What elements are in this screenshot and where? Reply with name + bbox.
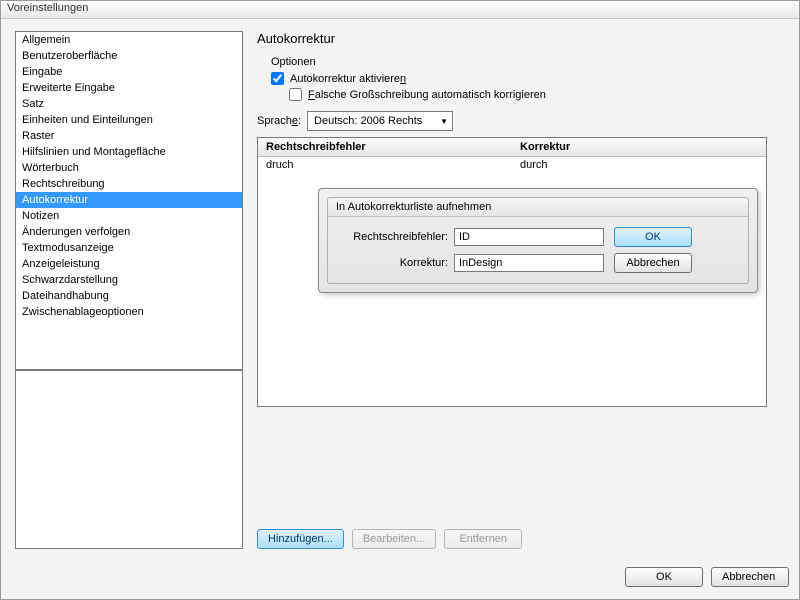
sidebar-item--nderungen-verfolgen[interactable]: Änderungen verfolgen <box>16 224 242 240</box>
sidebar-item-dateihandhabung[interactable]: Dateihandhabung <box>16 288 242 304</box>
options-label: Optionen <box>257 56 789 68</box>
field-correction-label: Korrektur: <box>338 257 448 269</box>
language-value: Deutsch: 2006 Rechts <box>314 115 422 127</box>
modal-ok-button[interactable]: OK <box>614 227 692 247</box>
sidebar-item-raster[interactable]: Raster <box>16 128 242 144</box>
remove-button[interactable]: Entfernen <box>444 529 522 549</box>
add-entry-modal: In Autokorrekturliste aufnehmen Rechtsch… <box>318 188 758 293</box>
cell-error: druch <box>258 157 512 173</box>
corrections-table[interactable]: Rechtschreibfehler Korrektur druch durch… <box>257 137 767 407</box>
sidebar-item-allgemein[interactable]: Allgemein <box>16 32 242 48</box>
table-header-error: Rechtschreibfehler <box>258 138 512 156</box>
field-correction-input[interactable] <box>454 254 604 272</box>
sidebar-item-anzeigeleistung[interactable]: Anzeigeleistung <box>16 256 242 272</box>
table-row[interactable]: druch durch <box>258 157 766 173</box>
sidebar-item-erweiterte-eingabe[interactable]: Erweiterte Eingabe <box>16 80 242 96</box>
page-title: Autokorrektur <box>257 31 789 46</box>
sidebar-item-einheiten-und-einteilungen[interactable]: Einheiten und Einteilungen <box>16 112 242 128</box>
field-error-label: Rechtschreibfehler: <box>338 231 448 243</box>
edit-button[interactable]: Bearbeiten... <box>352 529 436 549</box>
sidebar-item-hilfslinien-und-montagefl-che[interactable]: Hilfslinien und Montagefläche <box>16 144 242 160</box>
dialog-ok-button[interactable]: OK <box>625 567 703 587</box>
sidebar-item-rechtschreibung[interactable]: Rechtschreibung <box>16 176 242 192</box>
modal-cancel-button[interactable]: Abbrechen <box>614 253 692 273</box>
language-dropdown[interactable]: Deutsch: 2006 Rechts ▼ <box>307 111 453 131</box>
chevron-down-icon: ▼ <box>440 117 448 126</box>
sidebar-item-eingabe[interactable]: Eingabe <box>16 64 242 80</box>
preferences-dialog: Voreinstellungen AllgemeinBenutzeroberfl… <box>0 0 800 600</box>
fix-caps-checkbox[interactable] <box>289 88 302 101</box>
sidebar-item-schwarzdarstellung[interactable]: Schwarzdarstellung <box>16 272 242 288</box>
sidebar-item-textmodusanzeige[interactable]: Textmodusanzeige <box>16 240 242 256</box>
category-list[interactable]: AllgemeinBenutzeroberflächeEingabeErweit… <box>15 31 243 370</box>
field-error-input[interactable] <box>454 228 604 246</box>
sidebar-item-satz[interactable]: Satz <box>16 96 242 112</box>
enable-autocorrect-label: Autokorrektur aktivieren <box>290 73 406 85</box>
sidebar-item-w-rterbuch[interactable]: Wörterbuch <box>16 160 242 176</box>
dialog-cancel-button[interactable]: Abbrechen <box>711 567 789 587</box>
enable-autocorrect-checkbox[interactable] <box>271 72 284 85</box>
sidebar-item-zwischenablageoptionen[interactable]: Zwischenablageoptionen <box>16 304 242 320</box>
sidebar-item-autokorrektur[interactable]: Autokorrektur <box>16 192 242 208</box>
language-label: Sprache: <box>257 115 301 127</box>
add-button[interactable]: Hinzufügen... <box>257 529 344 549</box>
window-title: Voreinstellungen <box>1 1 799 19</box>
sidebar-item-notizen[interactable]: Notizen <box>16 208 242 224</box>
cell-correction: durch <box>512 157 766 173</box>
sidebar-item-benutzeroberfl-che[interactable]: Benutzeroberfläche <box>16 48 242 64</box>
modal-title: In Autokorrekturliste aufnehmen <box>328 198 748 217</box>
table-header-correction: Korrektur <box>512 138 766 156</box>
fix-caps-label: Falsche Großschreibung automatisch korri… <box>308 89 546 101</box>
preview-box <box>15 370 243 549</box>
